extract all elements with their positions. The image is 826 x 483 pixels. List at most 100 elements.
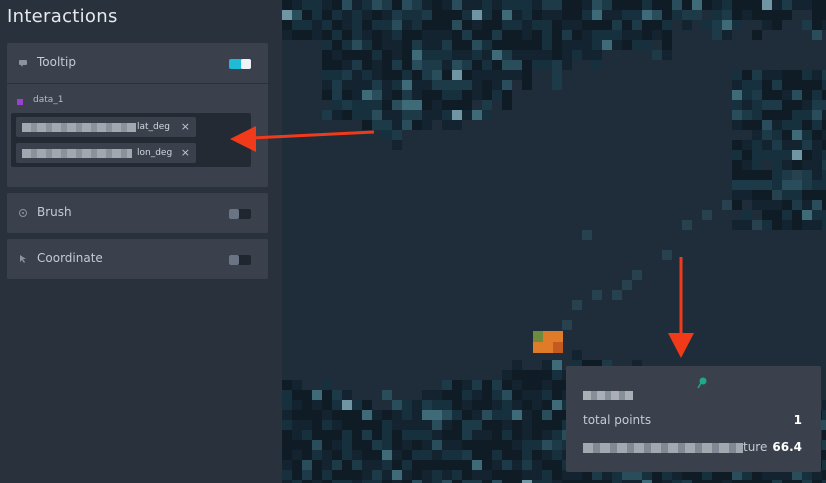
grid-cell [522,440,532,450]
grid-cell [302,400,312,410]
coordinate-toggle[interactable] [229,255,251,265]
grid-cell [412,470,422,480]
brush-card: Brush [7,193,268,233]
grid-cell [292,420,302,430]
grid-cell [342,390,352,400]
grid-cell [352,100,362,110]
brush-label: Brush [37,205,72,219]
grid-cell [762,200,772,210]
grid-cell [352,440,362,450]
grid-cell [462,430,472,440]
grid-cell [752,130,762,140]
grid-cell [442,40,452,50]
brush-card-header[interactable]: Brush [7,193,268,233]
grid-cell [412,50,422,60]
grid-cell [582,0,592,10]
grid-cell [362,100,372,110]
grid-cell [452,450,462,460]
grid-cell [412,30,422,40]
dataset-color-swatch [17,99,23,105]
grid-cell [762,130,772,140]
grid-cell [552,390,562,400]
grid-cell [422,0,432,10]
grid-cell [612,20,622,30]
tooltip-toggle[interactable] [229,59,251,69]
grid-cell [462,110,472,120]
grid-cell [732,120,742,130]
grid-cell [282,10,292,20]
grid-cell [502,80,512,90]
grid-cell [582,230,592,240]
grid-cell [292,430,302,440]
grid-cell [532,0,542,10]
grid-cell [732,0,742,10]
grid-cell [642,40,652,50]
grid-cell [362,470,372,480]
field-chip-lat[interactable]: lat_deg × [16,117,196,137]
grid-cell [292,20,302,30]
grid-cell [542,370,552,380]
grid-cell [612,290,622,300]
grid-cell [432,410,442,420]
map-pin-icon [696,375,708,389]
grid-cell [332,0,342,10]
grid-cell [322,60,332,70]
grid-cell [502,40,512,50]
grid-cell [572,350,582,360]
grid-cell [402,90,412,100]
grid-cell [492,40,502,50]
tooltip-card-header[interactable]: Tooltip [7,43,268,83]
remove-field-icon[interactable]: × [181,120,190,133]
grid-cell [512,370,522,380]
grid-cell [812,80,822,90]
grid-cell [822,410,826,420]
grid-cell [422,90,432,100]
tooltip-row-label-suffix: ture [743,440,768,454]
grid-cell [812,100,822,110]
grid-cell [772,100,782,110]
grid-cell [382,410,392,420]
grid-cell [752,120,762,130]
tooltip-fields-box[interactable]: lat_deg × lon_deg × [11,113,251,167]
grid-cell [702,0,712,10]
grid-cell [502,400,512,410]
grid-cell [312,30,322,40]
grid-cell [292,390,302,400]
brush-toggle[interactable] [229,209,251,219]
field-chip-lon[interactable]: lon_deg × [16,143,196,163]
grid-cell [512,30,522,40]
grid-cell [282,440,292,450]
grid-cell [332,100,342,110]
grid-cell [522,390,532,400]
grid-cell [452,20,462,30]
grid-cell [432,470,442,480]
grid-cell [452,430,462,440]
grid-cell [312,450,322,460]
grid-cell [362,450,372,460]
remove-field-icon[interactable]: × [181,146,190,159]
coordinate-card-header[interactable]: Coordinate [7,239,268,279]
grid-cell [342,450,352,460]
grid-cell [592,30,602,40]
grid-cell [472,0,482,10]
grid-cell [732,110,742,120]
grid-cell [392,120,402,130]
grid-cell [752,10,762,20]
grid-cell [542,30,552,40]
grid-cell [612,30,622,40]
grid-cell [802,170,812,180]
grid-cell [302,460,312,470]
grid-cell [342,50,352,60]
grid-cell [532,370,542,380]
grid-cell [552,20,562,30]
grid-cell [472,50,482,60]
grid-cell [342,400,352,410]
interactions-panel: Interactions Tooltip data_1 lat_deg × lo… [0,0,282,483]
grid-cell [372,440,382,450]
grid-cell [542,390,552,400]
grid-cell [462,380,472,390]
grid-cell [622,0,632,10]
grid-cell [442,430,452,440]
grid-cell [382,110,392,120]
grid-cell [742,180,752,190]
